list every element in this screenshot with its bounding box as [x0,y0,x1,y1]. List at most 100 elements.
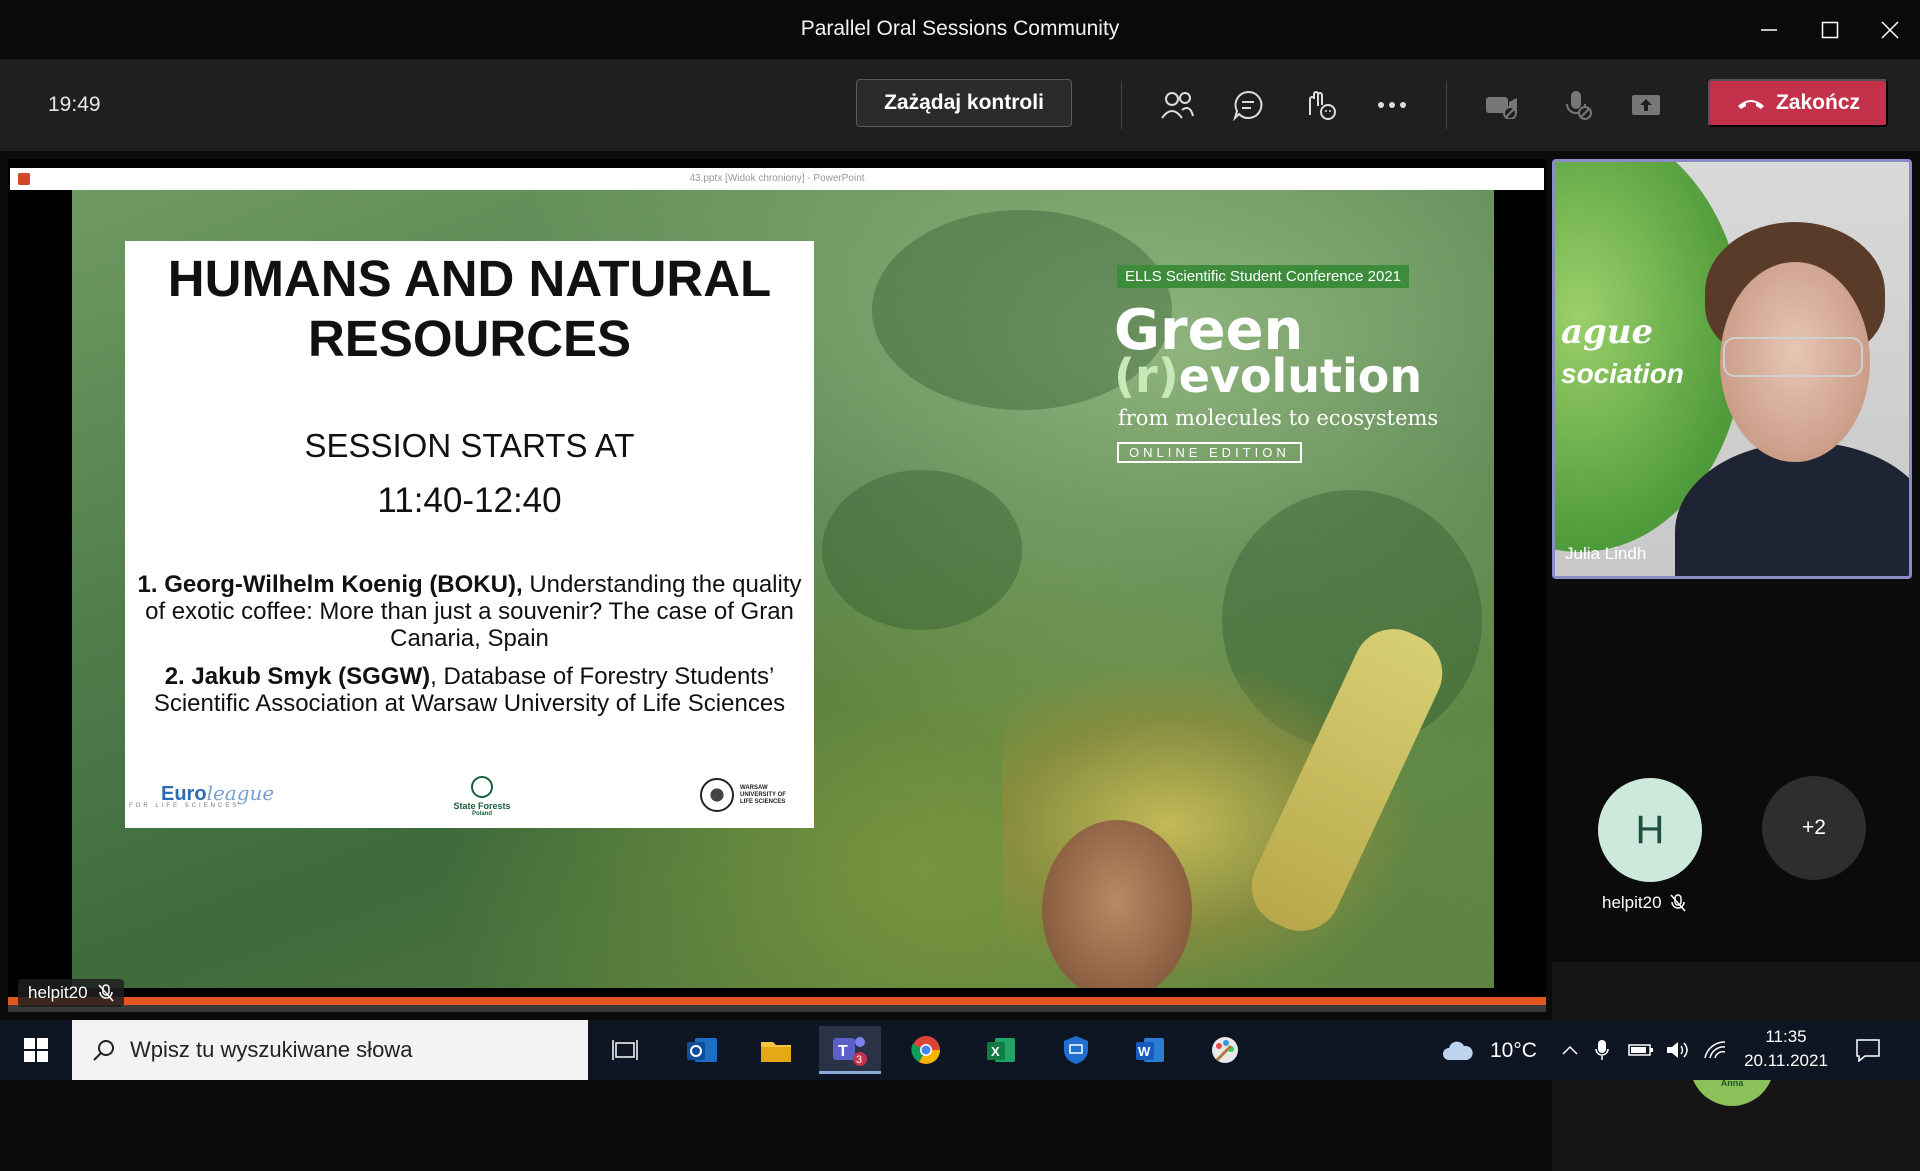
powerpoint-status-bar [8,1005,1546,1012]
svg-text:3: 3 [856,1054,862,1066]
taskbar-search[interactable]: Wpisz tu wyszukiwane słowa [72,1020,588,1080]
taskbar-word[interactable]: W [1119,1026,1181,1074]
microphone-button[interactable] [1556,83,1600,127]
camera-off-icon [1486,97,1517,119]
mic-muted-icon [97,984,114,1002]
powerpoint-titlebar: 43.pptx [Widok chroniony] - PowerPoint [10,168,1544,190]
session-start-label: SESSION STARTS AT [304,427,635,464]
folder-icon [761,1042,791,1062]
share-screen-icon [1632,95,1660,115]
phone-hangup-icon [1737,100,1764,109]
slide-photo-face [1042,820,1192,988]
more-icon [1378,102,1406,108]
more-participants-button[interactable]: +2 [1762,776,1866,880]
warsaw-university-logo: WARSAW UNIVERSITY OF LIFE SCIENCES [700,778,800,812]
windows-icon [24,1038,48,1062]
meeting-toolbar: 19:49 Zażądaj kontroli Zakończ [0,59,1920,151]
session-heading: HUMANS AND NATURAL RESOURCES [167,250,772,367]
taskbar-paint[interactable] [1194,1026,1256,1074]
teams-icon: T3 [833,1036,867,1066]
temperature: 10°C [1490,1039,1537,1062]
cloud-icon [1443,1041,1473,1060]
talk-item: 2. Jakub Smyk (SGGW), Database of Forest… [153,663,786,717]
svg-text:X: X [991,1044,1000,1059]
participant-video-tile[interactable]: ague sociation Julia Lindh [1552,159,1912,579]
toolbar-divider [1121,81,1122,129]
mic-off-icon [1566,91,1592,120]
battery-icon [1628,1044,1653,1056]
session-card: HUMANS AND NATURAL RESOURCES SESSION STA… [125,241,814,828]
chrome-icon [911,1036,940,1064]
taskbar-defender[interactable] [1045,1026,1107,1074]
video-person-glasses [1723,337,1863,377]
word-icon: W [1136,1038,1164,1062]
foliage-shape [822,470,1022,630]
mic-muted-icon [1669,894,1686,912]
svg-text:W: W [1138,1044,1151,1059]
tray-volume[interactable] [1662,1026,1692,1074]
taskbar-chrome[interactable] [895,1026,957,1074]
people-icon [1161,92,1194,119]
chevron-up-icon [1562,1045,1578,1055]
presenter-name: helpit20 [28,983,88,1002]
university-seal-icon [700,778,734,812]
tray-network[interactable] [1700,1026,1730,1074]
toolbar-divider [1446,81,1447,129]
shared-screen: 43.pptx [Widok chroniony] - PowerPoint H… [8,159,1546,1012]
presentation-slide: HUMANS AND NATURAL RESOURCES SESSION STA… [72,190,1494,988]
clock-time: 11:35 [1765,1027,1807,1046]
window-titlebar: Parallel Oral Sessions Community [0,0,1920,59]
request-control-button[interactable]: Zażądaj kontroli [856,79,1072,127]
state-forests-logo: State Forests Poland [452,776,512,817]
minimize-icon [1761,28,1777,31]
talk-item: 1. Georg-Wilhelm Koenig (BOKU), Understa… [137,571,802,652]
end-call-label: Zakończ [1775,91,1861,114]
shield-icon [1064,1036,1088,1064]
chat-icon [1233,90,1263,121]
close-button[interactable] [1855,0,1920,59]
presenter-label: helpit20 [18,979,124,1007]
show-hidden-icons[interactable] [1556,1026,1584,1074]
participant-avatar[interactable]: H [1598,778,1702,882]
notification-icon [1856,1039,1880,1062]
task-view-button[interactable] [594,1026,656,1074]
share-button[interactable] [1624,83,1668,127]
tree-icon [471,776,493,798]
weather-widget[interactable] [1428,1026,1488,1074]
participant-name: helpit20 [1602,893,1662,912]
participants-button[interactable] [1155,83,1199,127]
windows-taskbar: Wpisz tu wyszukiwane słowa T3 X W 10°C 1… [0,1020,1920,1080]
start-button[interactable] [0,1020,72,1080]
powerpoint-title: 43.pptx [Widok chroniony] - PowerPoint [689,173,865,184]
taskbar-teams[interactable]: T3 [819,1026,881,1074]
session-time: 11:40-12:40 [377,481,562,520]
participant-avatar-label: helpit20 [1602,893,1686,913]
tray-microphone[interactable] [1588,1026,1616,1074]
notifications-button[interactable] [1840,1026,1896,1074]
paint-icon [1212,1037,1238,1063]
euroleague-logo: Euroleague FOR LIFE SCIENCES [129,781,275,809]
slideshow-progress-bar [8,997,1546,1005]
volume-icon [1667,1042,1688,1058]
search-icon [93,1040,114,1061]
video-background-text: sociation [1561,358,1684,389]
window-title: Parallel Oral Sessions Community [800,17,1120,40]
camera-button[interactable] [1480,83,1524,127]
chat-button[interactable] [1226,83,1270,127]
meeting-timer: 19:49 [48,93,101,116]
reactions-button[interactable] [1298,83,1342,127]
edition-badge: ONLINE EDITION [1117,442,1302,463]
taskbar-clock[interactable]: 11:35 20.11.2021 [1742,1025,1830,1073]
taskbar-excel[interactable]: X [970,1026,1032,1074]
taskbar-outlook[interactable] [671,1026,733,1074]
search-placeholder: Wpisz tu wyszukiwane słowa [130,1037,413,1062]
tray-battery[interactable] [1626,1026,1656,1074]
end-call-button[interactable]: Zakończ [1708,79,1888,127]
minimize-button[interactable] [1734,0,1804,59]
more-actions-button[interactable] [1370,83,1414,127]
taskbar-file-explorer[interactable] [745,1026,807,1074]
outlook-icon [687,1038,717,1062]
raise-hand-icon [1309,91,1336,120]
microphone-icon [1595,1040,1609,1060]
clock-date: 20.11.2021 [1744,1051,1828,1070]
